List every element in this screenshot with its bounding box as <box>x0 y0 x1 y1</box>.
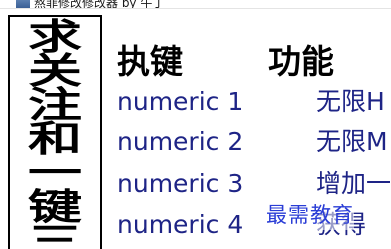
function-cell: 增加一 <box>316 169 391 198</box>
title-bar[interactable]: 熬菲修改修改器 by 牛丁 <box>0 0 391 9</box>
trainer-window: 熬菲修改修改器 by 牛丁 求 关 注 和 一 键 三 执键 功能 numeri… <box>0 0 391 249</box>
title-divider <box>0 8 391 9</box>
hotkey-cell: numeric 2 <box>117 127 244 156</box>
function-cell: 无限H <box>316 87 385 116</box>
function-cell: 无限M <box>316 127 388 156</box>
column-header-hotkey: 执键 <box>117 42 183 81</box>
watermark-text: 最需教育 <box>266 200 354 230</box>
hotkey-cell: numeric 1 <box>117 87 244 116</box>
side-banner: 求 关 注 和 一 键 三 <box>8 15 102 249</box>
hotkey-cell: numeric 3 <box>117 169 244 198</box>
side-char: 三 <box>27 220 82 249</box>
hotkey-cell: numeric 4 <box>117 210 244 239</box>
column-header-function: 功能 <box>268 42 334 81</box>
